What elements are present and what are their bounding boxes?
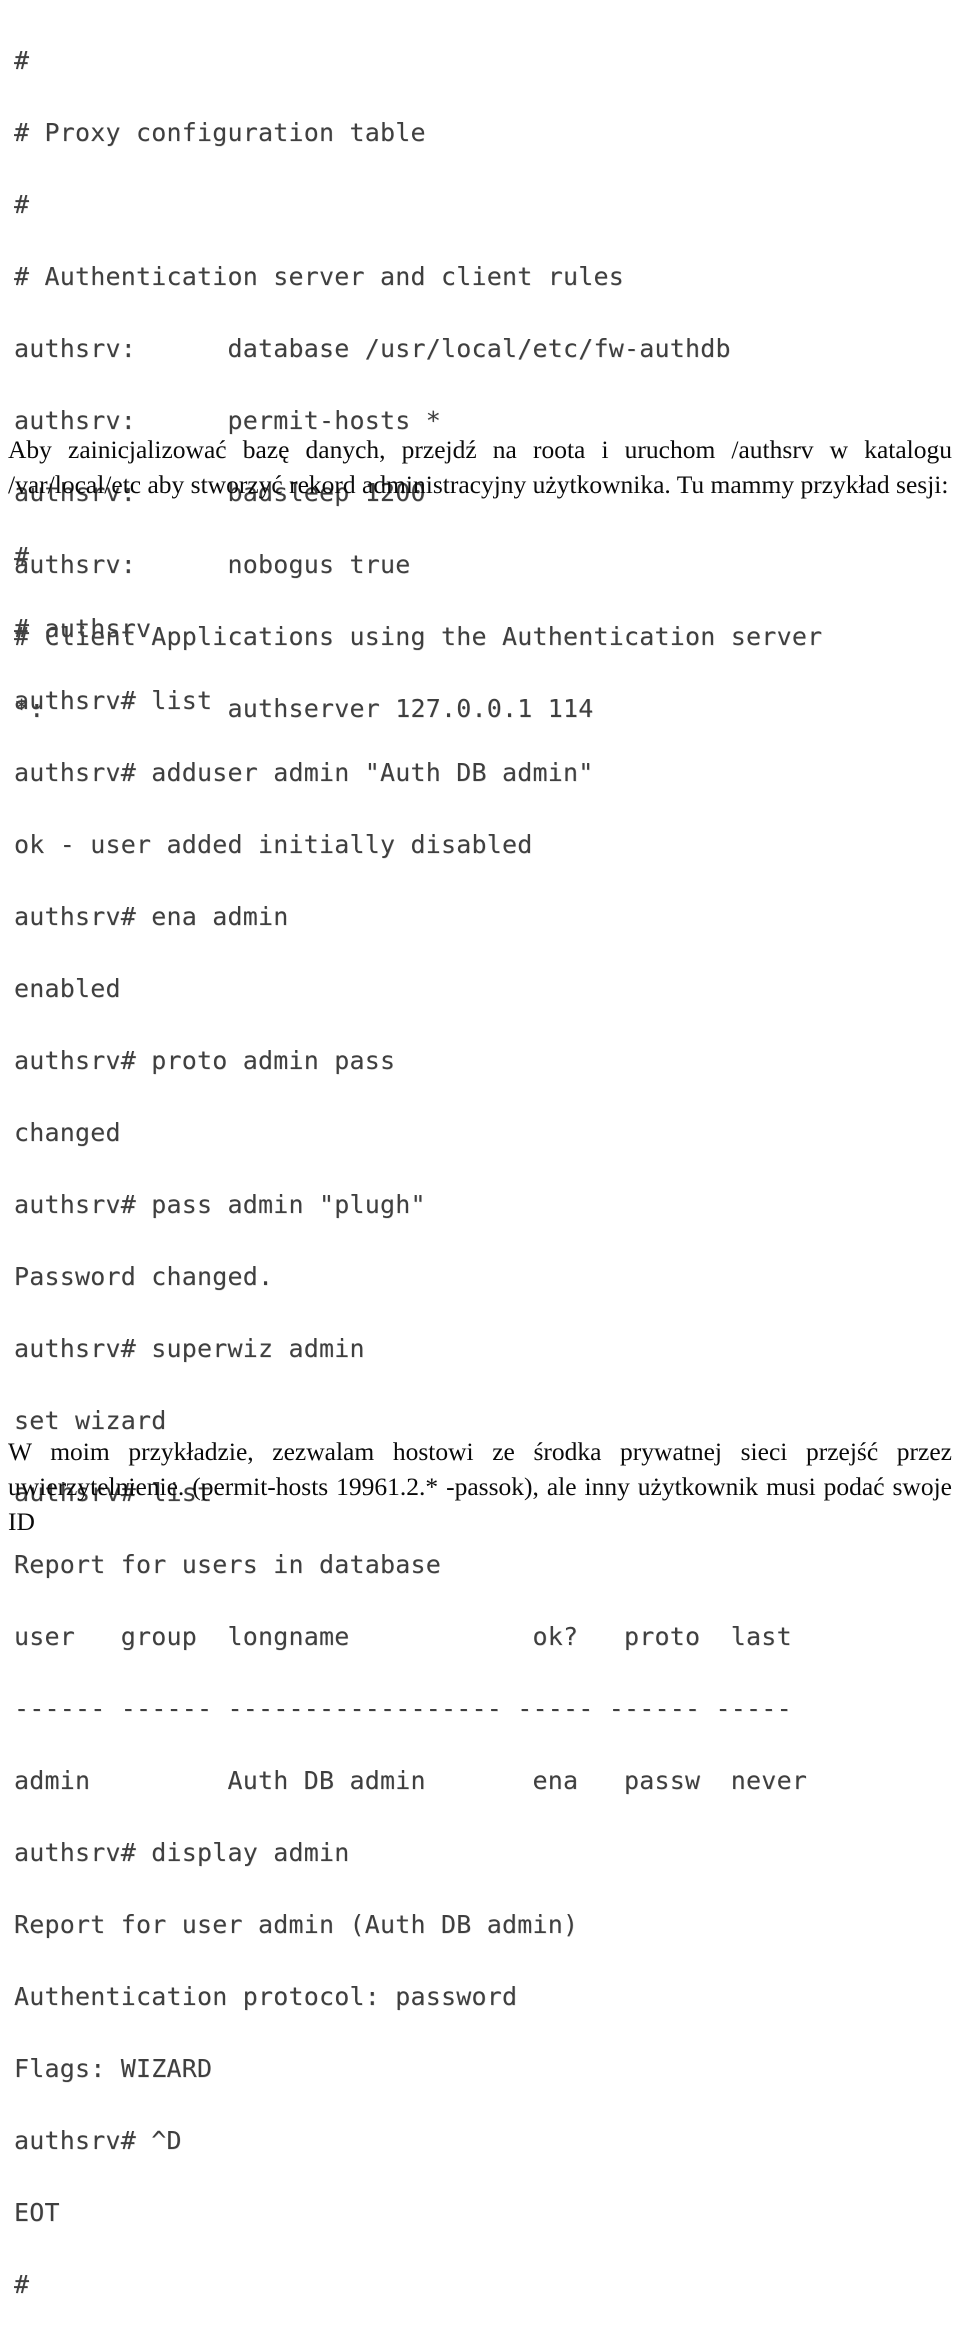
code-line: #	[14, 542, 30, 571]
code-line: authsrv# superwiz admin	[14, 1334, 365, 1363]
code-line: authsrv# adduser admin "Auth DB admin"	[14, 758, 594, 787]
table-row: admin Auth DB admin ena passw never	[14, 1766, 808, 1795]
code-line: Flags: WIZARD	[14, 2054, 213, 2083]
code-line: authsrv# ^D	[14, 2126, 182, 2155]
code-line: Report for users in database	[14, 1550, 442, 1579]
code-line: ok - user added initially disabled	[14, 830, 533, 859]
code-line: #	[14, 2270, 30, 2299]
code-line: enabled	[14, 974, 121, 1003]
code-line: authsrv# list	[14, 686, 213, 715]
code-line: # authsrv	[14, 614, 152, 643]
closing-paragraph: W moim przykładzie, zezwalam hostowi ze …	[8, 1436, 952, 1536]
code-line: authsrv# ena admin	[14, 902, 289, 931]
code-line: # Proxy configuration table	[14, 118, 426, 147]
table-separator-row: ------ ------ ------------------ ----- -…	[14, 1694, 792, 1723]
code-line: Authentication protocol: password	[14, 1982, 518, 2011]
code-line: Report for user admin (Auth DB admin)	[14, 1910, 579, 1939]
code-line: Password changed.	[14, 1262, 274, 1291]
table-header-row: user group longname ok? proto last	[14, 1622, 792, 1651]
code-line: #	[14, 190, 30, 219]
code-line: #	[14, 46, 30, 75]
intro-paragraph: Aby zainicjalizować bazę danych, przejdź…	[8, 434, 952, 499]
code-line: authsrv# display admin	[14, 1838, 350, 1867]
code-line: authsrv# proto admin pass	[14, 1046, 396, 1075]
code-line: authsrv: database /usr/local/etc/fw-auth…	[14, 334, 731, 363]
code-line: authsrv# pass admin "plugh"	[14, 1190, 426, 1219]
code-line: EOT	[14, 2198, 60, 2227]
authsrv-session-code-block: # # authsrv authsrv# list authsrv# addus…	[0, 502, 960, 2340]
code-line: changed	[14, 1118, 121, 1147]
code-line: # Authentication server and client rules	[14, 262, 625, 291]
document-page: # # Proxy configuration table # # Authen…	[0, 0, 960, 2299]
